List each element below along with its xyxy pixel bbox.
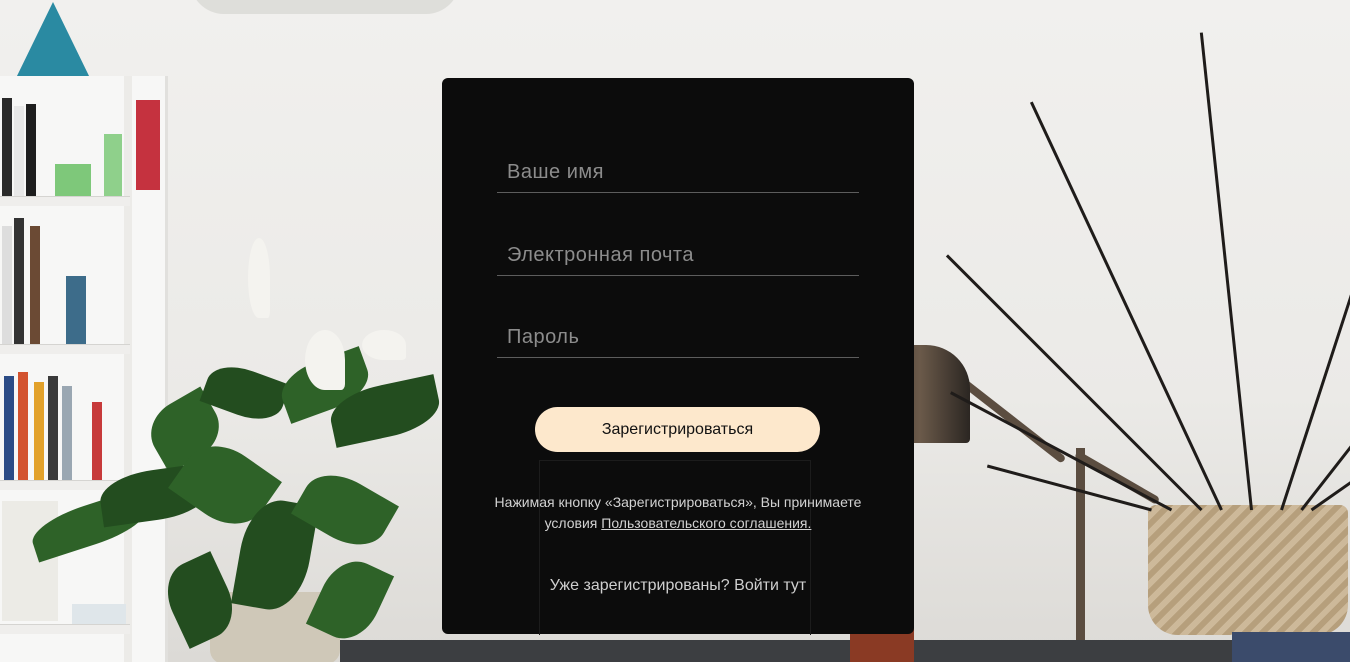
basket-planter (1148, 505, 1348, 635)
password-field (497, 305, 859, 358)
lily-flower (248, 238, 270, 318)
name-input[interactable] (497, 140, 859, 192)
email-input[interactable] (497, 223, 859, 275)
red-picture-frame (136, 100, 160, 190)
decorative-tree (16, 2, 90, 78)
register-button[interactable]: Зарегистрироваться (535, 407, 820, 452)
background-monitor (539, 460, 811, 635)
email-field (497, 223, 859, 276)
registration-modal: Зарегистрироваться Нажимая кнопку «Зарег… (442, 78, 914, 635)
desk-books (1232, 632, 1350, 662)
user-agreement-link[interactable]: Пользовательского соглашения. (601, 515, 811, 531)
desk (340, 640, 1350, 662)
ceiling-lamp (190, 0, 460, 14)
login-link[interactable]: Уже зарегистрированы? Войти тут (482, 577, 874, 595)
consent-text: Нажимая кнопку «Зарегистрироваться», Вы … (482, 492, 874, 534)
password-input[interactable] (497, 305, 859, 357)
name-field (497, 140, 859, 193)
